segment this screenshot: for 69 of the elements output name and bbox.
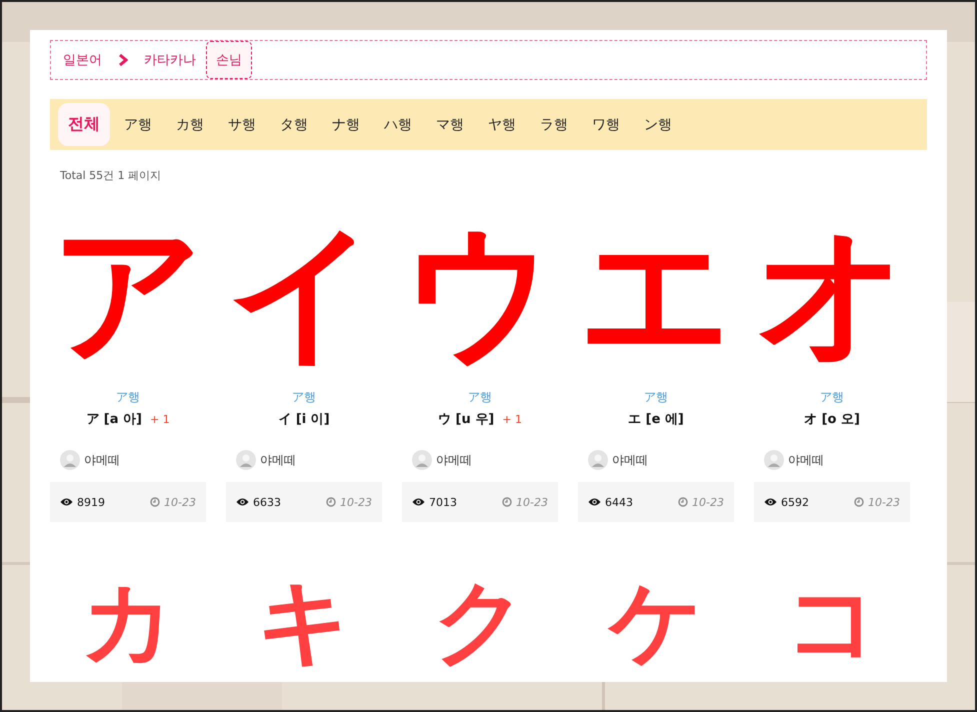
character-thumbnail[interactable]: ク bbox=[402, 572, 558, 672]
filter-tab[interactable]: ナ행 bbox=[322, 104, 370, 144]
avatar-icon bbox=[60, 450, 80, 470]
character-thumbnail[interactable]: ウ bbox=[402, 203, 558, 383]
eye-icon bbox=[412, 497, 425, 507]
character-thumbnail[interactable]: カ bbox=[50, 572, 206, 672]
character-thumbnail[interactable]: エ bbox=[578, 203, 734, 383]
chevron-right-icon bbox=[118, 54, 128, 66]
post-title[interactable]: オ [o 오] bbox=[804, 410, 860, 428]
filter-tab[interactable]: 전체 bbox=[58, 103, 110, 146]
avatar-icon bbox=[764, 450, 784, 470]
character-thumbnail[interactable]: キ bbox=[226, 572, 382, 672]
post-date: 10-23 bbox=[340, 496, 372, 508]
author-name: 야메떼 bbox=[788, 452, 824, 468]
filter-tab[interactable]: ラ행 bbox=[530, 104, 578, 144]
view-count: 6443 bbox=[605, 496, 633, 508]
filter-tab[interactable]: マ행 bbox=[426, 104, 474, 144]
character-thumbnail[interactable]: ケ bbox=[578, 572, 734, 672]
view-count: 6633 bbox=[253, 496, 281, 508]
character-thumbnail[interactable]: オ bbox=[754, 203, 910, 383]
clock-icon bbox=[150, 497, 160, 507]
category-label[interactable]: ア행 bbox=[644, 389, 668, 406]
filter-tab[interactable]: カ행 bbox=[166, 104, 214, 144]
post-title[interactable]: ア [a 아] bbox=[86, 410, 142, 428]
filter-tab[interactable]: ワ행 bbox=[582, 104, 630, 144]
breadcrumb-link[interactable]: 일본어 bbox=[61, 47, 104, 73]
eye-icon bbox=[236, 497, 249, 507]
character-thumbnail[interactable]: ア bbox=[50, 203, 206, 383]
breadcrumb-link[interactable]: 카타카나 bbox=[142, 47, 198, 73]
avatar-icon bbox=[412, 450, 432, 470]
filter-tab[interactable]: サ행 bbox=[218, 104, 266, 144]
category-label[interactable]: ア행 bbox=[468, 389, 492, 406]
category-label[interactable]: ア행 bbox=[820, 389, 844, 406]
post-date: 10-23 bbox=[164, 496, 196, 508]
avatar-icon bbox=[588, 450, 608, 470]
post-title[interactable]: イ [i 이] bbox=[278, 410, 330, 428]
view-count: 6592 bbox=[781, 496, 809, 508]
comment-count: + 1 bbox=[150, 413, 170, 426]
view-count: 7013 bbox=[429, 496, 457, 508]
eye-icon bbox=[60, 497, 73, 507]
post-date: 10-23 bbox=[868, 496, 900, 508]
filter-tab[interactable]: ア행 bbox=[114, 104, 162, 144]
author-name: 야메떼 bbox=[436, 452, 472, 468]
post-title[interactable]: ウ [u 우] bbox=[438, 410, 494, 428]
author-name: 야메떼 bbox=[612, 452, 648, 468]
post-date: 10-23 bbox=[692, 496, 724, 508]
eye-icon bbox=[588, 497, 601, 507]
author-name: 야메떼 bbox=[84, 452, 120, 468]
filter-tab[interactable]: タ행 bbox=[270, 104, 318, 144]
filter-tab[interactable]: ヤ행 bbox=[478, 104, 526, 144]
filter-tab[interactable]: ハ행 bbox=[374, 104, 422, 144]
breadcrumb-link[interactable]: 손님 bbox=[206, 41, 252, 79]
view-count: 8919 bbox=[77, 496, 105, 508]
clock-icon bbox=[326, 497, 336, 507]
eye-icon bbox=[764, 497, 777, 507]
post-date: 10-23 bbox=[516, 496, 548, 508]
post-title[interactable]: エ [e 에] bbox=[628, 410, 684, 428]
category-label[interactable]: ア행 bbox=[292, 389, 316, 406]
character-thumbnail[interactable]: コ bbox=[754, 572, 910, 672]
clock-icon bbox=[502, 497, 512, 507]
clock-icon bbox=[678, 497, 688, 507]
character-thumbnail[interactable]: イ bbox=[226, 203, 382, 383]
total-count: Total 55건 1 페이지 bbox=[60, 168, 162, 183]
clock-icon bbox=[854, 497, 864, 507]
filter-tab[interactable]: ン행 bbox=[634, 104, 682, 144]
avatar-icon bbox=[236, 450, 256, 470]
author-name: 야메떼 bbox=[260, 452, 296, 468]
comment-count: + 1 bbox=[502, 413, 522, 426]
category-label[interactable]: ア행 bbox=[116, 389, 140, 406]
